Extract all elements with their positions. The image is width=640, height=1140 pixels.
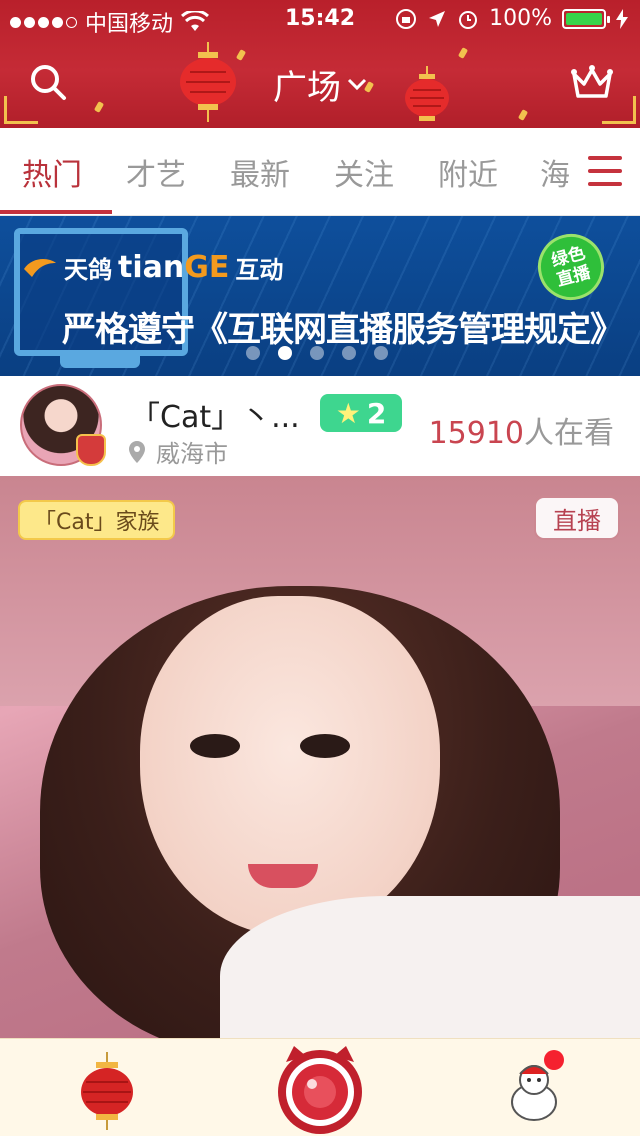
orientation-lock-icon [396,8,417,29]
active-tab-indicator [0,210,112,214]
level-badge: ★ 2 [320,394,402,432]
alarm-icon [459,10,478,29]
lantern-icon [81,1052,133,1130]
page-title: 广场 [273,67,341,108]
tab-hot[interactable]: 热门 [0,128,104,216]
corner-ornament [4,96,38,124]
location-arrow-icon [429,10,446,27]
lantern-icon [405,66,449,121]
tab-home[interactable] [74,1052,140,1132]
streamer-info-row[interactable]: 「Cat」丶... ★ 2 威海市 15910人在看 [0,376,640,476]
banner-headline: 严格遵守《互联网直播服务管理规定》 [62,310,624,350]
brand-logo: 天鸽 tianGE 互动 [22,250,283,285]
guardian-badge-icon [76,434,106,466]
battery-icon [562,8,610,29]
chevron-down-icon [347,78,367,91]
category-tabs: 热门 才艺 最新 关注 附近 海 [0,128,640,216]
carousel-dot[interactable] [374,346,388,360]
live-status-badge: 直播 [534,496,620,540]
streamer-photo [140,596,440,936]
carousel-dot[interactable] [278,346,292,360]
promo-banner[interactable]: 天鸽 tianGE 互动 严格遵守《互联网直播服务管理规定》 绿色 直播 [0,216,640,376]
lantern-icon [180,42,236,122]
tab-overseas[interactable]: 海 [504,128,580,216]
start-live-button[interactable] [276,1042,364,1136]
pigeon-logo-icon [24,258,56,277]
battery-percent: 100% [489,6,552,31]
app-header: 广场 [0,40,640,128]
streamer-name: 「Cat」丶... [130,400,300,435]
charging-icon [616,8,628,29]
viewer-count: 15910人在看 [428,416,614,451]
carousel-dot[interactable] [310,346,324,360]
streamer-location: 威海市 [128,434,228,469]
location-pin-icon [129,440,145,463]
hamburger-menu-icon[interactable] [588,156,622,186]
live-stream-cover[interactable]: 「Cat」家族 直播 [0,476,640,1038]
header-title-dropdown[interactable]: 广场 [240,58,400,110]
family-tag[interactable]: 「Cat」家族 [18,500,176,540]
notification-dot [544,1050,564,1070]
camera-icon [278,1046,362,1134]
corner-ornament [602,96,636,124]
top-header-area: 中国移动 15:42 100% 广场 [0,0,640,128]
tab-latest[interactable]: 最新 [208,128,312,216]
carousel-dot[interactable] [246,346,260,360]
status-bar: 中国移动 15:42 100% [0,0,640,40]
star-icon: ★ [335,396,361,430]
carousel-dot[interactable] [342,346,356,360]
carousel-indicator[interactable] [246,346,388,360]
tab-following[interactable]: 关注 [312,128,416,216]
battery-level [566,12,602,25]
tab-talent[interactable]: 才艺 [104,128,208,216]
